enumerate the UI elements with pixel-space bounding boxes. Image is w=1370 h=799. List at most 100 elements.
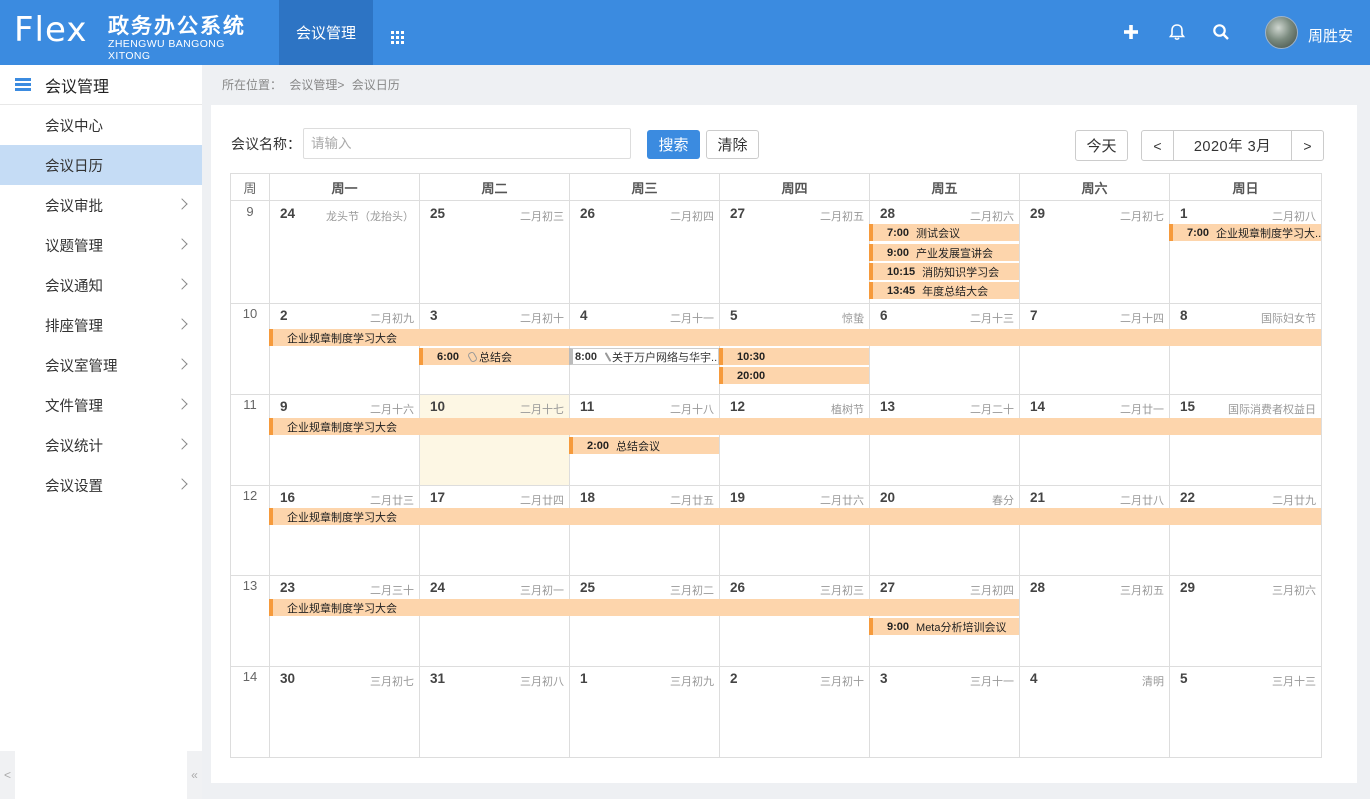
nav-meeting-management[interactable]: 会议管理 [279,0,373,65]
calendar-event[interactable]: 企业规章制度学习大会 [269,418,1321,435]
day-number[interactable]: 29 [1180,580,1195,595]
username[interactable]: 周胜安 [1308,25,1353,46]
grid-icon[interactable] [391,31,405,45]
sidebar-item[interactable]: 会议审批 [0,185,202,225]
day-number[interactable]: 22 [1180,490,1195,505]
calendar-event[interactable]: 企业规章制度学习大会 [269,329,1321,346]
day-number[interactable]: 18 [580,490,595,505]
avatar[interactable] [1265,16,1298,49]
event-time: 9:00 [887,246,910,259]
calendar-event[interactable]: 8:00 关于万户网络与华宇... [569,348,719,365]
bell-icon[interactable] [1167,22,1187,42]
day-number[interactable]: 9 [280,399,288,414]
day-number[interactable]: 5 [1180,671,1188,686]
day-number[interactable]: 4 [580,308,588,323]
today-button[interactable]: 今天 [1075,130,1128,161]
day-number[interactable]: 28 [1030,580,1045,595]
day-number[interactable]: 17 [430,490,445,505]
lunar-date: 二月初四 [670,211,714,223]
day-number[interactable]: 24 [280,206,295,221]
sidebar-footer: < « [0,751,202,799]
day-number[interactable]: 1 [1180,206,1188,221]
lunar-date: 三月初一 [520,585,564,597]
day-number[interactable]: 5 [730,308,738,323]
day-number[interactable]: 15 [1180,399,1195,414]
clear-button[interactable]: 清除 [706,130,759,159]
collapse-sidebar-button[interactable]: « [187,751,202,799]
calendar-event[interactable]: 13:45 年度总结大会 [869,282,1019,299]
day-number[interactable]: 6 [880,308,888,323]
sidebar-item[interactable]: 会议通知 [0,265,202,305]
lunar-date: 二月廿三 [370,495,414,507]
chevron-right-icon [176,198,188,210]
day-number[interactable]: 13 [880,399,895,414]
sidebar-item[interactable]: 会议中心 [0,105,202,145]
day-number[interactable]: 27 [880,580,895,595]
day-number[interactable]: 10 [430,399,445,414]
calendar-event[interactable]: 9:00 Meta分析培训会议 [869,618,1019,635]
add-icon[interactable] [1121,22,1141,42]
lunar-date: 二月初八 [1272,211,1316,223]
day-number[interactable]: 19 [730,490,745,505]
day-number[interactable]: 3 [880,671,888,686]
top-bar: Flex 政务办公系统 ZHENGWU BANGONG XITONG 会议管理 … [0,0,1370,65]
sidebar-item[interactable]: 会议室管理 [0,345,202,385]
prev-month-button[interactable]: < [1142,131,1174,160]
day-number[interactable]: 23 [280,580,295,595]
day-number[interactable]: 29 [1030,206,1045,221]
day-number[interactable]: 31 [430,671,445,686]
day-number[interactable]: 7 [1030,308,1038,323]
sidebar-item-label: 会议通知 [45,278,103,295]
day-number[interactable]: 14 [1030,399,1045,414]
sidebar-item[interactable]: 文件管理 [0,385,202,425]
calendar-event[interactable]: 企业规章制度学习大会 [269,599,1019,616]
day-number[interactable]: 12 [730,399,745,414]
meeting-name-input[interactable] [303,128,631,159]
day-number[interactable]: 11 [580,399,594,414]
calendar-event[interactable]: 9:00 产业发展宣讲会 [869,244,1019,261]
day-number[interactable]: 25 [580,580,595,595]
day-number[interactable]: 25 [430,206,445,221]
next-month-button[interactable]: > [1291,131,1323,160]
day-number[interactable]: 26 [730,580,745,595]
sidebar-item[interactable]: 议题管理 [0,225,202,265]
day-number[interactable]: 27 [730,206,745,221]
week-number: 14 [242,669,258,684]
calendar-event[interactable]: 7:00 测试会议 [869,224,1019,241]
sidebar-item[interactable]: 会议设置 [0,465,202,505]
lunar-date: 二月十八 [670,404,714,416]
search-icon[interactable] [1211,22,1231,42]
day-number[interactable]: 4 [1030,671,1038,686]
day-number[interactable]: 21 [1030,490,1045,505]
lunar-date: 三月初九 [670,676,714,688]
calendar-event[interactable]: 20:00 [719,367,869,384]
day-number[interactable]: 3 [430,308,438,323]
day-number[interactable]: 24 [430,580,445,595]
day-number[interactable]: 28 [880,206,895,221]
event-title: 年度总结大会 [922,285,989,298]
sidebar-item[interactable]: 会议统计 [0,425,202,465]
calendar-event[interactable]: 7:00 企业规章制度学习大... [1169,224,1321,241]
event-title: 总结会 [479,351,513,364]
day-number[interactable]: 8 [1180,308,1188,323]
day-number[interactable]: 16 [280,490,295,505]
day-number[interactable]: 30 [280,671,295,686]
day-number[interactable]: 20 [880,490,895,505]
calendar-event[interactable]: 企业规章制度学习大会 [269,508,1321,525]
day-number[interactable]: 26 [580,206,595,221]
calendar-event[interactable]: 2:00 总结会议 [569,437,719,454]
day-number[interactable]: 2 [730,671,738,686]
calendar-event[interactable]: 10:15 消防知识学习会 [869,263,1019,280]
chevron-right-icon [176,478,188,490]
row-divider [231,666,1321,667]
sidebar-item[interactable]: 会议日历 [0,145,202,185]
search-button[interactable]: 搜索 [647,130,700,159]
breadcrumb-item[interactable]: 会议管理> [289,78,344,92]
day-number[interactable]: 2 [280,308,288,323]
calendar-event[interactable]: 6:00 总结会 [419,348,569,365]
sidebar-item[interactable]: 排座管理 [0,305,202,345]
day-number[interactable]: 1 [580,671,588,686]
calendar-event[interactable]: 10:30 [719,348,869,365]
scroll-left-button[interactable]: < [0,751,15,799]
lunar-date: 三月初三 [820,585,864,597]
